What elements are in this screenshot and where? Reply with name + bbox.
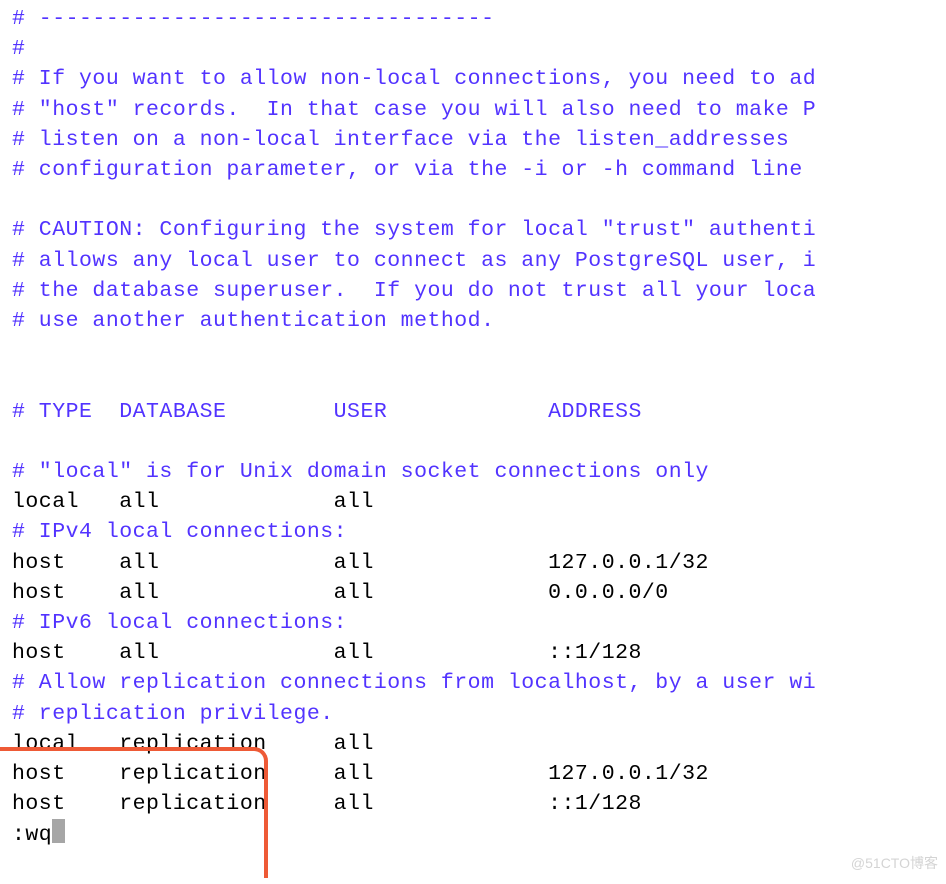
config-comment-line: # IPv6 local connections:: [12, 608, 946, 638]
config-comment-line: # use another authentication method.: [12, 306, 946, 336]
config-comment-line: # replication privilege.: [12, 699, 946, 729]
config-comment-line: # allows any local user to connect as an…: [12, 246, 946, 276]
config-comment-line: # TYPE DATABASE USER ADDRESS: [12, 397, 946, 427]
blank-line: [12, 336, 946, 366]
blank-line: [12, 185, 946, 215]
blank-line: [12, 366, 946, 396]
config-comment-line: # CAUTION: Configuring the system for lo…: [12, 215, 946, 245]
config-comment-line: # "host" records. In that case you will …: [12, 95, 946, 125]
cursor-block: [52, 819, 65, 843]
watermark-text: @51CTO博客: [851, 848, 938, 878]
blank-line: [12, 427, 946, 457]
config-comment-line: #: [12, 34, 946, 64]
vim-command-text: :wq: [12, 823, 52, 847]
config-comment-line: # "local" is for Unix domain socket conn…: [12, 457, 946, 487]
config-comment-line: # listen on a non-local interface via th…: [12, 125, 946, 155]
config-line: host all all 127.0.0.1/32: [12, 548, 946, 578]
config-comment-line: # Allow replication connections from loc…: [12, 668, 946, 698]
config-comment-line: # configuration parameter, or via the -i…: [12, 155, 946, 185]
vim-command-line[interactable]: :wq: [12, 819, 946, 850]
config-line: host replication all ::1/128: [12, 789, 946, 819]
config-line: host all all 0.0.0.0/0: [12, 578, 946, 608]
config-comment-line: # ----------------------------------: [12, 4, 946, 34]
config-line: host all all ::1/128: [12, 638, 946, 668]
config-comment-line: # If you want to allow non-local connect…: [12, 64, 946, 94]
vim-editor[interactable]: # ----------------------------------## I…: [0, 0, 946, 851]
config-line: local replication all: [12, 729, 946, 759]
config-comment-line: # the database superuser. If you do not …: [12, 276, 946, 306]
config-comment-line: # IPv4 local connections:: [12, 517, 946, 547]
config-line: local all all: [12, 487, 946, 517]
config-line: host replication all 127.0.0.1/32: [12, 759, 946, 789]
